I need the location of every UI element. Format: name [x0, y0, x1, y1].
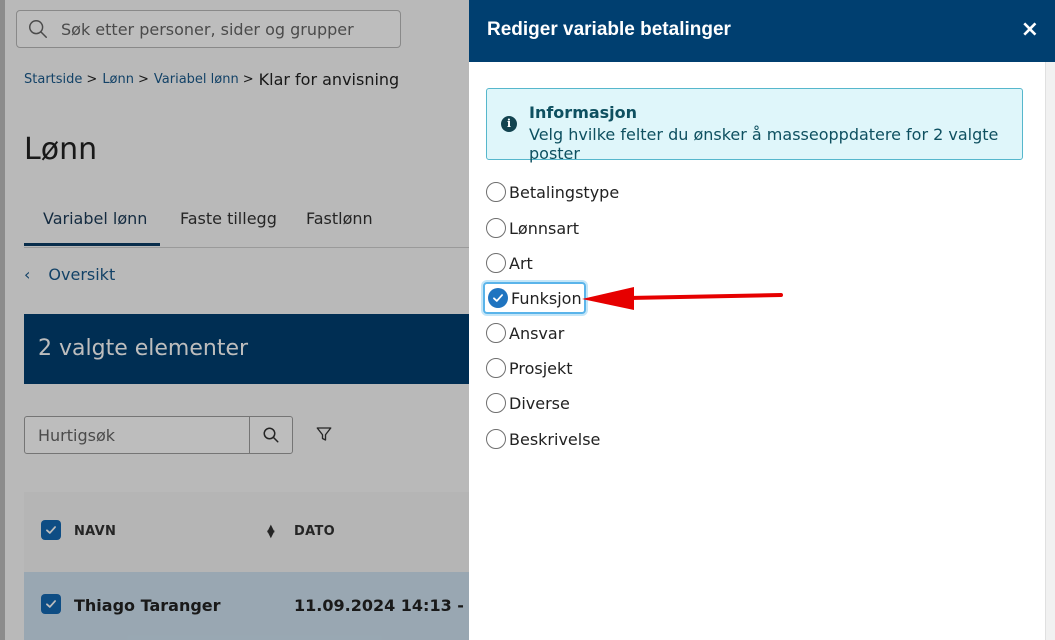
checkbox-label: Lønnsart	[509, 218, 579, 238]
info-alert: i Informasjon Velg hvilke felter du ønsk…	[486, 88, 1023, 163]
check-icon	[493, 294, 503, 302]
checkbox-label: Funksjon	[511, 288, 582, 308]
checkbox-betalingstype[interactable]: Betalingstype	[486, 180, 619, 204]
info-icon: i	[501, 116, 517, 132]
checkbox-prosjekt[interactable]: Prosjekt	[486, 356, 573, 380]
drawer-header: Rediger variable betalinger ×	[469, 0, 1055, 62]
checkbox-box[interactable]	[486, 323, 506, 343]
checkbox-box[interactable]	[486, 393, 506, 413]
edit-payments-drawer: Rediger variable betalinger × i Informas…	[469, 0, 1055, 640]
drawer-scrollbar[interactable]	[1045, 62, 1055, 640]
checkbox-label: Art	[509, 253, 533, 273]
info-title: Informasjon	[529, 103, 638, 122]
checkbox-ansvar[interactable]: Ansvar	[486, 321, 564, 345]
close-icon[interactable]: ×	[1021, 17, 1039, 43]
checkbox-box[interactable]	[486, 253, 506, 273]
checkbox-label: Prosjekt	[509, 358, 573, 378]
checkbox-label: Ansvar	[509, 323, 565, 343]
checkbox-label: Beskrivelse	[509, 429, 601, 449]
checkbox-label: Diverse	[509, 393, 570, 413]
checkbox-lonnsart[interactable]: Lønnsart	[486, 216, 579, 240]
checkbox-art[interactable]: Art	[486, 251, 533, 275]
checkbox-funksjon[interactable]: Funksjon	[483, 282, 586, 314]
checkbox-box[interactable]	[486, 218, 506, 238]
drawer-title: Rediger variable betalinger	[487, 19, 731, 40]
checkbox-box[interactable]	[486, 182, 506, 202]
checkbox-box-checked[interactable]	[488, 288, 508, 308]
checkbox-beskrivelse[interactable]: Beskrivelse	[486, 427, 600, 451]
checkbox-diverse[interactable]: Diverse	[486, 391, 570, 415]
checkbox-label: Betalingstype	[509, 182, 620, 202]
info-text: Velg hvilke felter du ønsker å masseoppd…	[529, 125, 999, 163]
checkbox-box[interactable]	[486, 429, 506, 449]
checkbox-box[interactable]	[486, 358, 506, 378]
